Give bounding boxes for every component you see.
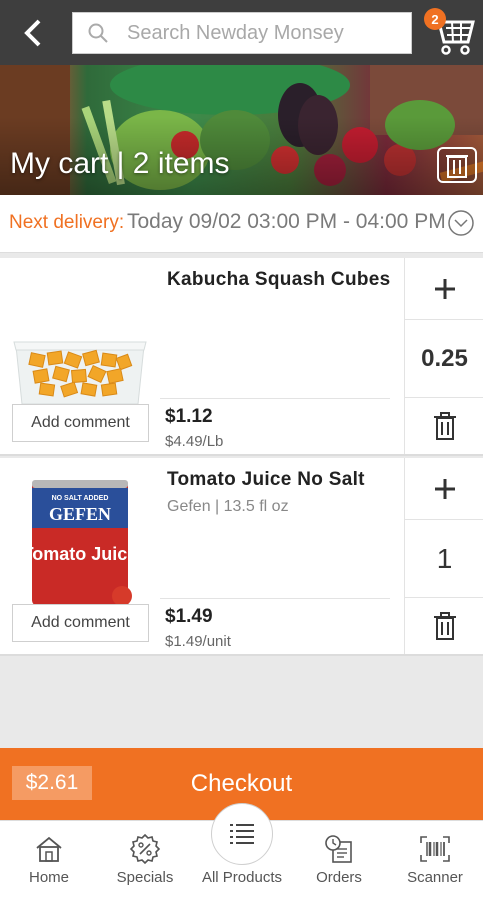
product-image	[10, 276, 150, 406]
cart-item: NO SALT ADDED GEFEN Tomato Juice Tomato …	[0, 458, 483, 656]
tomato-juice-can-image: NO SALT ADDED GEFEN Tomato Juice	[23, 480, 138, 606]
orders-icon	[325, 835, 352, 863]
search-input[interactable]	[127, 21, 407, 45]
clear-cart-button[interactable]	[437, 147, 477, 183]
nav-specials[interactable]: Specials	[106, 821, 184, 900]
nav-scanner-label: Scanner	[407, 869, 463, 886]
cart-total: $2.61	[12, 766, 92, 800]
quantity-controls: 0.25	[404, 258, 483, 454]
percent-icon	[129, 833, 161, 865]
add-comment-button[interactable]: Add comment	[12, 404, 149, 442]
top-bar: 2	[0, 0, 483, 65]
trash-icon	[433, 412, 456, 440]
unit-price: $4.49/Lb	[165, 433, 224, 450]
cart-button[interactable]: 2	[424, 6, 476, 56]
product-price: $1.49	[165, 606, 213, 627]
nav-home-label: Home	[28, 869, 69, 886]
quantity-value[interactable]: 0.25	[405, 320, 483, 398]
nav-scanner[interactable]: Scanner	[396, 821, 474, 900]
product-price: $1.12	[165, 406, 213, 427]
nav-orders[interactable]: Orders	[300, 821, 378, 900]
unit-price: $1.49/unit	[165, 633, 231, 650]
back-button[interactable]	[18, 16, 48, 50]
delivery-time: Today 09/02 03:00 PM - 04:00 PM	[127, 210, 446, 233]
nav-all-products[interactable]: All Products	[192, 821, 292, 900]
quantity-controls: 1	[404, 458, 483, 654]
cart-count-badge: 2	[424, 8, 446, 30]
nav-specials-label: Specials	[116, 869, 174, 886]
cart-hero-banner: My cart | 2 items	[0, 65, 483, 195]
barcode-icon	[420, 836, 450, 862]
chevron-down-icon[interactable]	[447, 209, 475, 237]
trash-icon	[433, 612, 456, 640]
bottom-navigation: Home Specials All Products Orders Scanne…	[0, 803, 483, 900]
delivery-row[interactable]: Next delivery: Today 09/02 03:00 PM - 04…	[0, 195, 483, 253]
plus-icon	[434, 478, 455, 499]
squash-cubes-image	[13, 341, 147, 405]
nav-home[interactable]: Home	[10, 821, 88, 900]
product-name[interactable]: Kabucha Squash Cubes	[167, 268, 392, 292]
plus-icon	[434, 278, 455, 299]
product-image: NO SALT ADDED GEFEN Tomato Juice	[10, 476, 150, 606]
quantity-value[interactable]: 1	[405, 520, 483, 598]
cart-item: Kabucha Squash Cubes $1.12 $4.49/Lb Add …	[0, 258, 483, 456]
home-icon	[36, 836, 62, 862]
can-brand-label: GEFEN	[49, 504, 111, 524]
divider	[160, 398, 390, 399]
can-product-label: Tomato Juice	[23, 544, 138, 564]
remove-item-button[interactable]	[405, 398, 483, 454]
trash-icon	[446, 155, 468, 178]
search-bar[interactable]	[72, 12, 412, 54]
increase-quantity-button[interactable]	[405, 258, 483, 320]
page-title: My cart | 2 items	[10, 147, 230, 180]
delivery-label: Next delivery:	[9, 212, 125, 233]
can-top-label: NO SALT ADDED	[52, 495, 109, 502]
divider	[160, 598, 390, 599]
nav-orders-label: Orders	[316, 869, 362, 886]
remove-item-button[interactable]	[405, 598, 483, 654]
nav-all-products-label: All Products	[201, 869, 283, 886]
product-brand-size: Gefen | 13.5 fl oz	[167, 498, 289, 515]
search-icon	[87, 22, 115, 44]
add-comment-button[interactable]: Add comment	[12, 604, 149, 642]
increase-quantity-button[interactable]	[405, 458, 483, 520]
product-name[interactable]: Tomato Juice No Salt	[167, 468, 392, 492]
back-arrow-icon	[24, 19, 41, 47]
